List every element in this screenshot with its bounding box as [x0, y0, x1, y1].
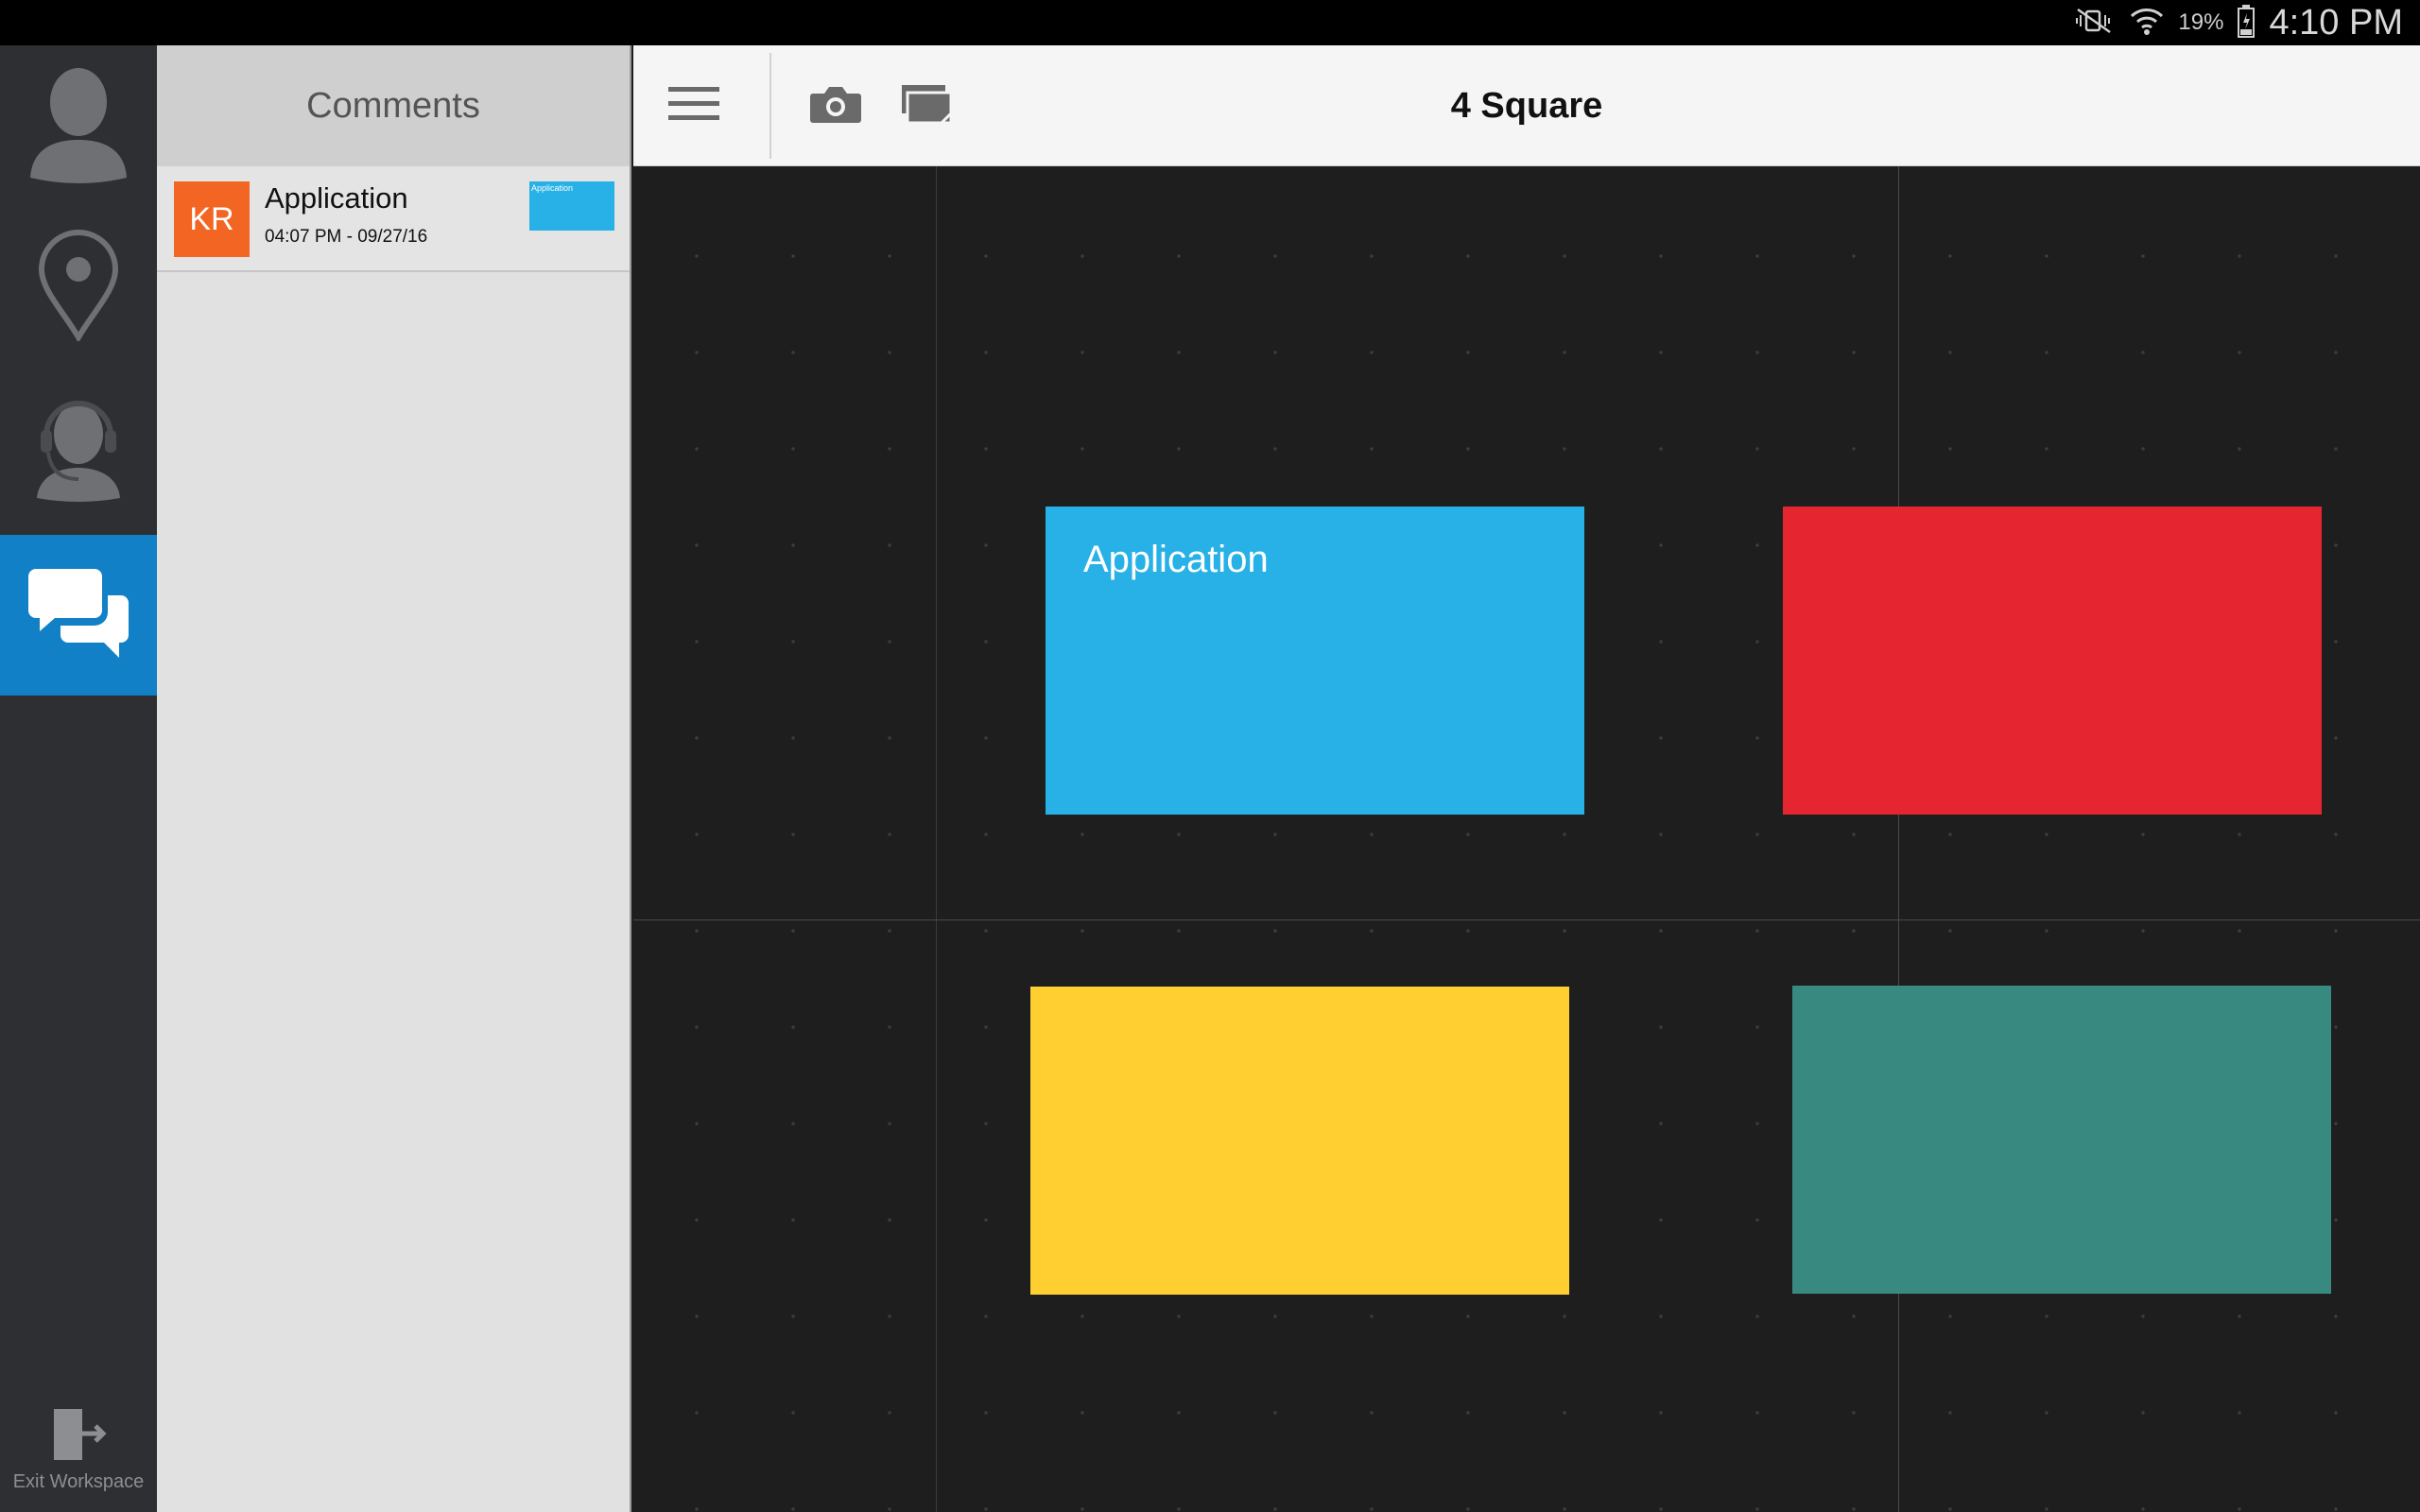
nav-rail: Exit Workspace: [0, 45, 157, 1512]
cards-stack-icon: [900, 83, 953, 129]
menu-icon: [668, 85, 719, 128]
grid-line: [936, 166, 937, 1512]
rail-item-support[interactable]: [0, 367, 157, 527]
exit-workspace-button[interactable]: Exit Workspace: [0, 1405, 157, 1491]
note-card-blue[interactable]: Application: [1046, 507, 1584, 815]
note-card-label: Application: [1083, 539, 1269, 580]
battery-icon: [2237, 4, 2256, 43]
headset-icon: [31, 388, 126, 507]
toolbar: 4 Square: [633, 45, 2420, 166]
battery-percent: 19%: [2178, 9, 2224, 35]
note-card-teal[interactable]: [1792, 986, 2331, 1294]
vibrate-mute-icon: [2072, 7, 2116, 40]
camera-icon: [809, 84, 862, 129]
comment-list-item[interactable]: KR Application 04:07 PM - 09/27/16 Appli…: [157, 166, 630, 272]
chat-bubbles-icon: [26, 561, 130, 670]
rail-item-location[interactable]: [0, 206, 157, 367]
rail-item-profile[interactable]: [0, 45, 157, 206]
app-root: 19% 4:10 PM Exit Workspace Comments KR A…: [0, 0, 2420, 1512]
exit-door-icon: [48, 1405, 109, 1469]
status-bar: 19% 4:10 PM: [0, 0, 2420, 45]
menu-button[interactable]: [664, 76, 724, 136]
camera-button[interactable]: [805, 76, 866, 136]
grid-line: [633, 919, 2420, 920]
grid-line: [1898, 166, 1899, 1512]
avatar: KR: [174, 181, 250, 257]
rail-item-comments[interactable]: [0, 535, 157, 696]
comments-header: Comments: [157, 45, 630, 166]
clock: 4:10 PM: [2269, 2, 2403, 43]
cards-button[interactable]: [896, 76, 957, 136]
workspace-canvas[interactable]: Application: [633, 166, 2420, 1512]
comments-panel: Comments KR Application 04:07 PM - 09/27…: [157, 45, 631, 1512]
note-card-red[interactable]: [1783, 507, 2322, 815]
note-card-yellow[interactable]: [1030, 987, 1569, 1295]
toolbar-divider: [769, 53, 771, 159]
exit-workspace-label: Exit Workspace: [12, 1471, 145, 1492]
person-icon: [26, 62, 130, 190]
status-bar-right: 19% 4:10 PM: [2072, 0, 2403, 45]
wifi-icon: [2129, 5, 2165, 42]
map-pin-icon: [36, 228, 121, 346]
comment-timestamp: 04:07 PM - 09/27/16: [265, 227, 428, 247]
comment-title: Application: [265, 181, 408, 215]
comment-thumbnail[interactable]: Application: [529, 181, 614, 231]
